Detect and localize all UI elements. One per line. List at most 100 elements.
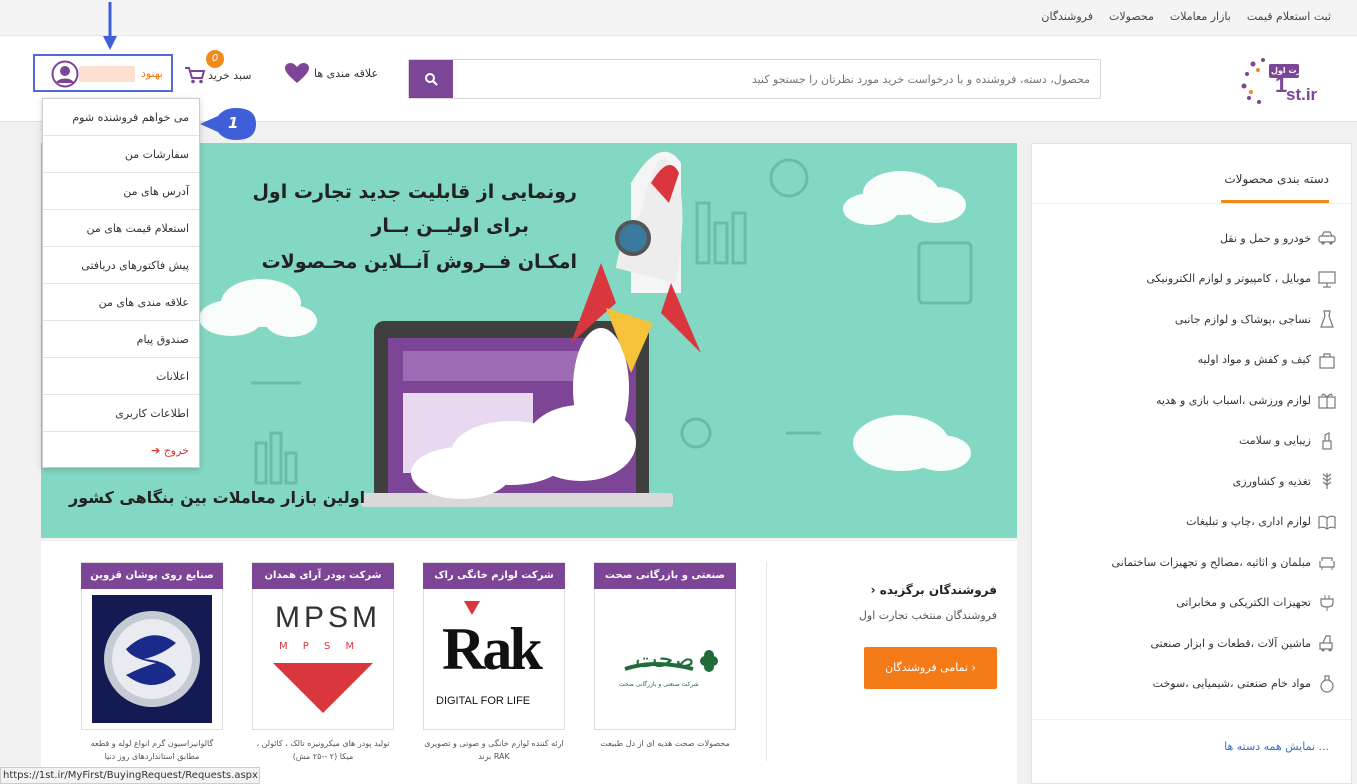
category-item[interactable]: خودرو و حمل و نقل [1220, 228, 1337, 248]
featured-title: › فروشندگان برگزیده [870, 583, 997, 597]
menu-item-received-invoices[interactable]: پیش فاکتورهای دریافتی [43, 247, 199, 284]
category-label: موبایل ، کامپیوتر و لوازم الکترونیکی [1146, 272, 1311, 285]
featured-title-text: فروشندگان برگزیده [879, 583, 997, 597]
category-item[interactable]: لوازم اداری ،چاپ و تبلیغات [1186, 512, 1337, 532]
annotation-arrow-icon [103, 2, 117, 50]
car-icon [1318, 231, 1336, 245]
vendor-logo: Rak DIGITAL FOR LIFE [434, 595, 554, 723]
menu-item-notifications[interactable]: اعلانات [43, 358, 199, 395]
site-logo[interactable]: 1 st.ir تجارت اول [1239, 56, 1318, 104]
vendor-logo [92, 595, 212, 723]
vendor-name: صنایع روی پوشان قزوین [81, 563, 223, 589]
menu-item-my-inquiries[interactable]: استعلام قیمت های من [43, 210, 199, 247]
sidebar-divider [1032, 203, 1351, 204]
category-item[interactable]: زیبایی و سلامت [1239, 431, 1337, 451]
category-item[interactable]: ماشین آلات ،قطعات و ابزار صنعتی [1151, 633, 1338, 653]
wishlist-link[interactable]: علاقه مندی ها [284, 62, 378, 84]
search-icon [425, 73, 438, 86]
top-nav-link[interactable]: محصولات [1109, 10, 1154, 23]
vendor-logo-subtext: DIGITAL FOR LIFE [436, 695, 531, 707]
user-name-redacted [79, 66, 135, 82]
user-dropdown-menu: می خواهم فروشنده شوم سفارشات من آدرس های… [42, 98, 200, 468]
menu-item-my-orders[interactable]: سفارشات من [43, 136, 199, 173]
vendor-description: ارئه کننده لوازم خانگی و صوتی و تصویری ب… [424, 739, 564, 761]
vendor-card[interactable]: صنایع روی پوشان قزوین [81, 562, 223, 730]
dress-icon [1320, 310, 1334, 328]
category-label: تجهیزات الکتریکی و مخابراتی [1176, 596, 1311, 609]
cart-link[interactable]: سبد خرید [184, 66, 252, 84]
vendor-card[interactable]: شرکت پودر آرای همدان MPSM M P S M [252, 562, 394, 730]
all-vendors-button[interactable]: تمامی فروشندگان › [864, 647, 997, 689]
callout-number: 1 [228, 114, 239, 132]
menu-item-my-favorites[interactable]: علاقه مندی های من [43, 284, 199, 321]
menu-item-user-info[interactable]: اطلاعات کاربری [43, 395, 199, 432]
vendor-card[interactable]: شرکت لوازم خانگی راک Rak DIGITAL FOR LIF… [423, 562, 565, 730]
sidebar-divider [1032, 719, 1351, 720]
vendor-description: گالوانیزاسیون گرم انواع لوله و قطعه مطاب… [90, 739, 214, 761]
book-icon [1318, 515, 1336, 530]
vendor-logo-text: Rak [442, 616, 543, 682]
category-item[interactable]: تغذیه و کشاورزی [1233, 471, 1337, 491]
category-label: لوازم ورزشی ،اسباب بازی و هدیه [1155, 393, 1311, 407]
featured-subtitle: فروشندگان منتخب تجارت اول [858, 609, 997, 622]
bag-icon [1319, 352, 1335, 369]
user-account-button[interactable]: بهنود [33, 54, 173, 92]
vendor-name: شرکت لوازم خانگی راک [423, 563, 565, 589]
category-label: زیبایی و سلامت [1238, 434, 1311, 447]
wishlist-label: علاقه مندی ها [314, 66, 379, 80]
category-item[interactable]: لوازم ورزشی ،اسباب بازی و هدیه [1156, 390, 1337, 410]
vendor-card[interactable]: صنعتی و بازرگانی صحت صحت شرکت صنعتی و با… [594, 562, 736, 730]
category-item[interactable]: تجهیزات الکتریکی و مخابراتی [1176, 593, 1337, 613]
menu-item-logout[interactable]: ➔ خروج [43, 432, 199, 469]
menu-item-inbox[interactable]: صندوق پیام [43, 321, 199, 358]
category-item[interactable]: مواد خام صنعتی ،شیمیایی ،سوخت [1153, 674, 1337, 694]
vendor-logo: صحت شرکت صنعتی و بازرگانی صحت [605, 595, 725, 723]
category-label: کیف و کفش و مواد اولیه [1197, 353, 1311, 366]
category-label: ماشین آلات ،قطعات و ابزار صنعتی [1150, 636, 1312, 650]
search-input[interactable] [452, 60, 1100, 98]
vendor-name: صنعتی و بازرگانی صحت [594, 563, 736, 589]
category-item[interactable]: مبلمان و اثاثیه ،مصالح و تجهیزات ساختمان… [1112, 552, 1337, 572]
cart-count-badge: 0 [206, 50, 224, 68]
show-all-categories-link[interactable]: نمایش همه دسته ها ... [1224, 740, 1329, 753]
vendor-logo: MPSM M P S M [263, 595, 383, 723]
vendor-logo-subtext: M P S M [279, 641, 361, 652]
vendor-logo-text: MPSM [275, 601, 381, 634]
zinc-coating-logo-icon [104, 611, 200, 707]
sofa-icon [1319, 557, 1335, 570]
featured-divider [766, 561, 767, 761]
machine-icon [1319, 635, 1333, 652]
all-vendors-label: تمامی فروشندگان [885, 661, 969, 674]
search-button[interactable] [409, 60, 453, 98]
menu-item-my-addresses[interactable]: آدرس های من [43, 173, 199, 210]
menu-item-become-seller[interactable]: می خواهم فروشنده شوم [43, 99, 199, 136]
gift-icon [1318, 393, 1336, 409]
logout-icon: ➔ [150, 444, 164, 457]
lipstick-icon [1322, 431, 1332, 450]
category-label: مبلمان و اثاثیه ،مصالح و تجهیزات ساختمان… [1111, 555, 1311, 569]
top-nav-link[interactable]: فروشندگان [1041, 10, 1093, 23]
category-label: خودرو و حمل و نقل [1219, 231, 1311, 245]
flask-icon [1320, 674, 1334, 693]
user-avatar-icon [51, 60, 79, 88]
top-nav-link[interactable]: ثبت استعلام قیمت [1247, 10, 1331, 23]
banner-headline-1: رونمایی از قابلیت جدید تجارت اول [252, 181, 577, 203]
category-item[interactable]: موبایل ، کامپیوتر و لوازم الکترونیکی [1146, 269, 1337, 289]
category-sidebar: دسته بندی محصولات خودرو و حمل و نقل موبای… [1031, 143, 1352, 784]
top-nav: ثبت استعلام قیمت بازار معاملات محصولات ف… [0, 0, 1357, 36]
vendor-description: محصولات صحت هدیه ای از دل طبیعت [600, 739, 730, 748]
category-item[interactable]: نساجی ،پوشاک و لوازم جانبی [1175, 309, 1337, 329]
logo-graphic: 1 st.ir [1241, 58, 1318, 104]
top-nav-link[interactable]: بازار معاملات [1170, 10, 1231, 23]
wheat-icon [1322, 473, 1332, 489]
vendor-name: شرکت پودر آرای همدان [252, 563, 394, 589]
search-bar [408, 59, 1101, 99]
vendor-description: تولید پودر های میکرونیزه تالک ، کائولن ،… [256, 739, 390, 761]
vendor-logo-text: صحت [635, 645, 695, 673]
monitor-icon [1318, 270, 1336, 288]
banner-headline-3: امکـان فــروش آنــلاین محـصولات [261, 251, 577, 273]
category-label: لوازم اداری ،چاپ و تبلیغات [1186, 515, 1311, 528]
featured-vendors: › فروشندگان برگزیده فروشندگان منتخب تجار… [41, 541, 1017, 784]
cart-icon [185, 67, 206, 84]
category-item[interactable]: کیف و کفش و مواد اولیه [1198, 350, 1337, 370]
